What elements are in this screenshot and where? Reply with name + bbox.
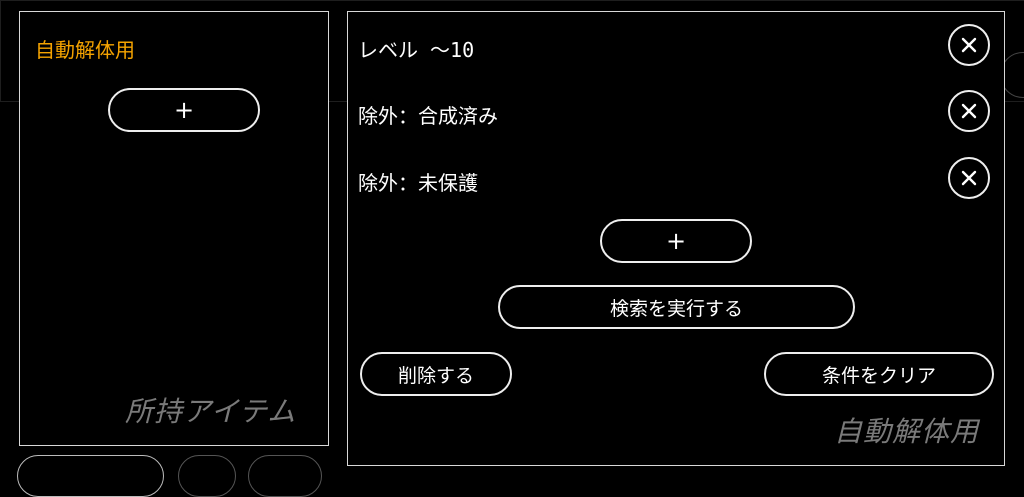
panel-watermark: 自動解体用: [834, 415, 980, 448]
clear-conditions-button[interactable]: 条件をクリア: [764, 352, 994, 396]
delete-button[interactable]: 削除する: [360, 352, 512, 396]
close-circle-icon: [961, 103, 977, 119]
close-circle-icon: [961, 170, 977, 186]
background-button-outline: [178, 455, 236, 497]
condition-level: レベル ～10: [358, 38, 475, 62]
condition-exclude-synthesized: 除外：合成済み: [358, 104, 498, 128]
remove-condition-button[interactable]: [948, 157, 990, 199]
remove-condition-button[interactable]: [948, 90, 990, 132]
add-item-button[interactable]: +: [108, 88, 260, 132]
panel-title: 自動解体用: [35, 38, 135, 62]
owned-items-panel: 自動解体用 + 所持アイテム: [19, 11, 329, 446]
plus-icon: +: [665, 227, 687, 255]
search-conditions-panel: レベル ～10 除外：合成済み 除外：未保護 + 検索を実行する 削除する 条件…: [347, 11, 1005, 466]
plus-icon: +: [173, 96, 195, 124]
background-button-outline: [17, 455, 164, 497]
remove-condition-button[interactable]: [948, 24, 990, 66]
close-circle-icon: [961, 37, 977, 53]
condition-exclude-unprotected: 除外：未保護: [358, 171, 478, 195]
execute-search-button[interactable]: 検索を実行する: [498, 285, 855, 329]
background-button-outline: [248, 455, 322, 497]
add-condition-button[interactable]: +: [600, 219, 752, 263]
panel-watermark: 所持アイテム: [125, 395, 297, 428]
